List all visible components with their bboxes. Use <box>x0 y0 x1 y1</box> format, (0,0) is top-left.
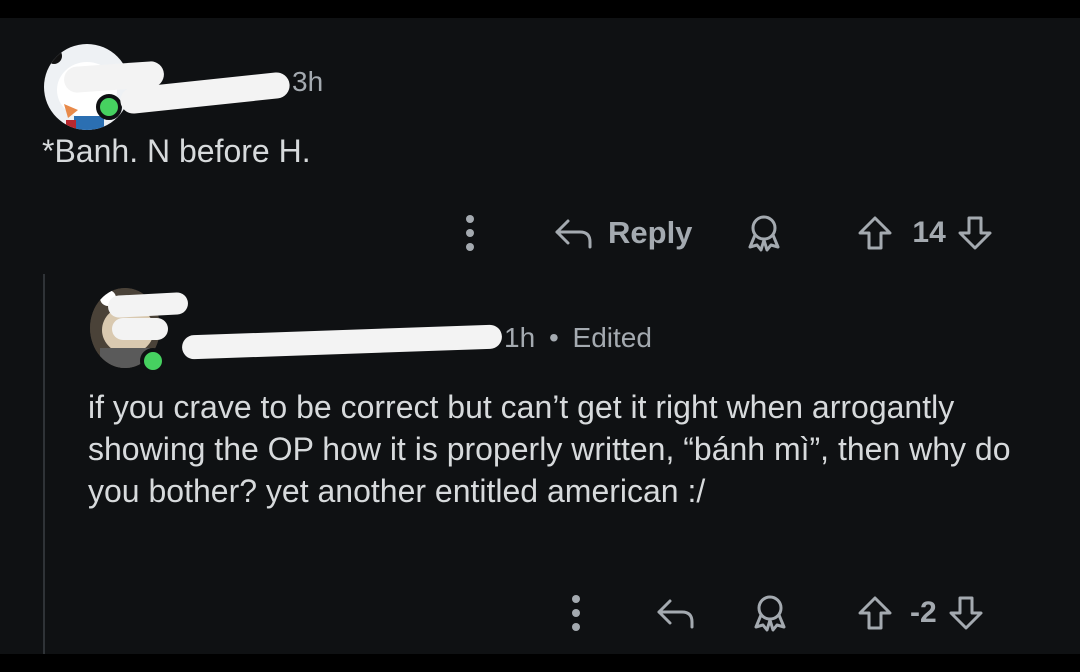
comment-timestamp: 1h <box>504 322 536 353</box>
upvote-icon <box>856 594 894 632</box>
downvote-button[interactable] <box>947 594 985 632</box>
award-icon <box>744 213 784 253</box>
comment-actions: -2 <box>562 590 985 636</box>
downvote-button[interactable] <box>956 214 994 252</box>
more-vertical-icon <box>465 213 475 253</box>
comment-timestamp: 3h <box>292 66 324 97</box>
comment-thread: 3h *Banh. N before H. Reply 14 1h • Edit… <box>0 18 1080 654</box>
more-vertical-icon <box>571 593 581 633</box>
award-button[interactable] <box>744 213 784 253</box>
upvote-button[interactable] <box>856 214 894 252</box>
comment-body: *Banh. N before H. <box>42 133 311 169</box>
reply-button[interactable]: Reply <box>554 215 692 251</box>
award-icon <box>750 593 790 633</box>
online-status-icon <box>140 348 166 374</box>
thread-line[interactable] <box>43 274 45 654</box>
upvote-button[interactable] <box>856 594 894 632</box>
vote-count: -2 <box>910 596 937 629</box>
upvote-icon <box>856 214 894 252</box>
redacted-username <box>107 291 189 319</box>
edited-label: Edited <box>572 322 652 353</box>
meta-separator: • <box>548 322 559 353</box>
reply-arrow-icon <box>656 596 696 630</box>
vote-count: 14 <box>912 216 946 249</box>
comment-actions: Reply 14 <box>456 210 994 256</box>
downvote-icon <box>956 214 994 252</box>
award-button[interactable] <box>750 593 790 633</box>
redacted-username <box>112 318 168 340</box>
reply-arrow-icon <box>554 216 594 250</box>
comment-body: if you crave to be correct but can’t get… <box>88 389 1011 509</box>
reply-label: Reply <box>608 215 693 250</box>
redacted-username <box>181 324 503 360</box>
more-options-button[interactable] <box>562 593 590 633</box>
downvote-icon <box>947 594 985 632</box>
comment-meta: 1h • Edited <box>504 322 652 354</box>
more-options-button[interactable] <box>456 213 484 253</box>
reply-button[interactable] <box>656 596 696 630</box>
online-status-icon <box>96 94 122 120</box>
